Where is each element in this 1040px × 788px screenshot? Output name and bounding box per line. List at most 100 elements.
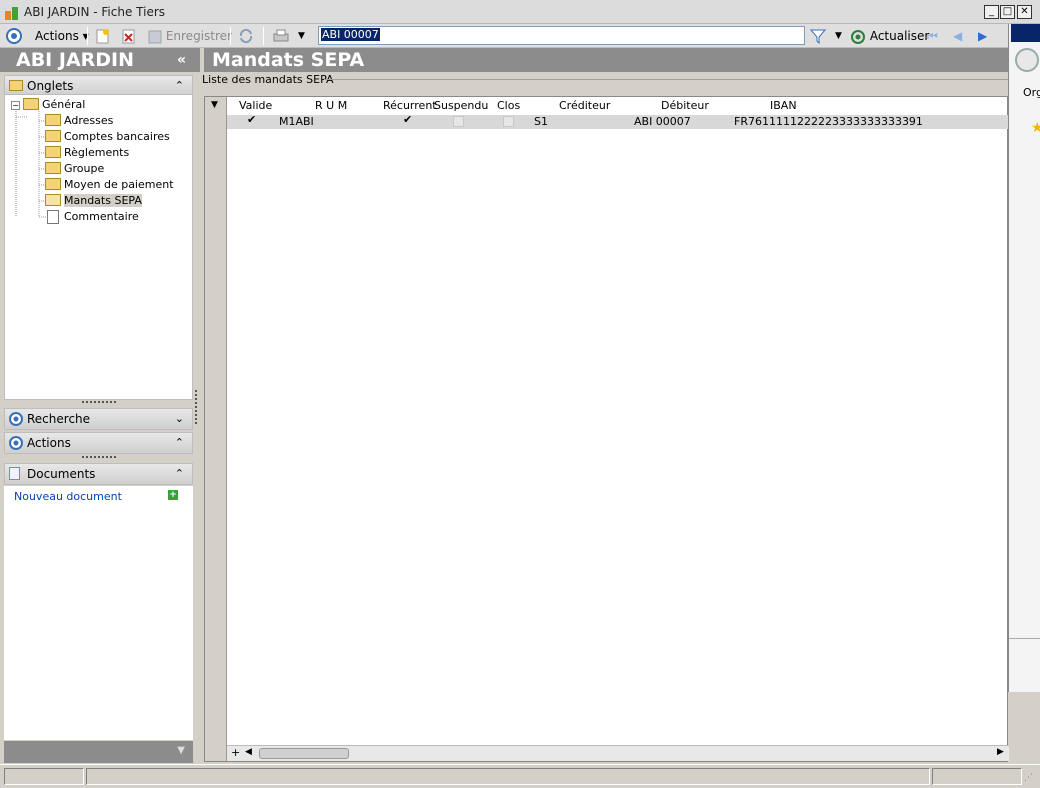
actions-circle-icon[interactable] — [6, 28, 22, 44]
tree-item-reglements[interactable]: Règlements — [45, 145, 129, 161]
search-section-label: Recherche — [27, 412, 91, 426]
col-header-valide[interactable]: Valide — [239, 99, 272, 112]
tree-item-moyen-de-paiement[interactable]: Moyen de paiement — [45, 177, 174, 193]
refresh-label: Actualiser — [869, 29, 930, 43]
tree-item-label: Groupe — [64, 162, 105, 175]
documents-section-header[interactable]: Documents ⌃ — [4, 463, 193, 485]
next-record-icon[interactable]: ▶ — [978, 28, 987, 44]
status-cell — [4, 768, 84, 785]
status-cell — [86, 768, 930, 785]
search-section-icon — [9, 412, 23, 426]
document-icon — [9, 467, 20, 480]
print-icon[interactable] — [272, 28, 292, 44]
tree-item-label: Commentaire — [64, 210, 139, 223]
documents-panel: Nouveau document + — [4, 486, 193, 740]
cell-creditor: S1 — [534, 115, 548, 128]
maximize-button[interactable]: □ — [1000, 5, 1015, 19]
vertical-splitter-grip[interactable] — [195, 390, 198, 424]
search-section-header[interactable]: Recherche ⌄ — [4, 408, 193, 430]
col-header-iban[interactable]: IBAN — [770, 99, 797, 112]
folder-icon — [9, 80, 23, 91]
tree-item-label: Règlements — [64, 146, 130, 159]
tree-item-label: Moyen de paiement — [64, 178, 174, 191]
col-header-debiteur[interactable]: Débiteur — [661, 99, 709, 112]
new-document-link[interactable]: Nouveau document — [14, 490, 122, 503]
footer-dropdown-icon[interactable]: ▼ — [177, 745, 185, 756]
new-icon[interactable] — [96, 28, 110, 44]
search-value: ABI 00007 — [321, 28, 380, 41]
filter-icon[interactable] — [809, 28, 827, 45]
search-input[interactable]: ABI 00007 — [318, 26, 805, 45]
horizontal-scrollbar[interactable]: + ◀ ▶ — [227, 745, 1009, 761]
actions-section-header[interactable]: Actions ⌃ — [4, 432, 193, 454]
resize-grip-icon[interactable]: ⋰ — [1024, 773, 1033, 783]
tabs-section-label: Onglets — [27, 79, 74, 93]
actions-section-icon — [9, 436, 23, 450]
back-icon[interactable] — [1015, 48, 1039, 72]
folder-icon — [23, 98, 39, 110]
tree-item-adresses[interactable]: Adresses — [45, 113, 113, 129]
closed-checkbox[interactable] — [503, 116, 514, 127]
splitter-grip[interactable] — [82, 401, 116, 404]
tree-item-comptes-bancaires[interactable]: Comptes bancaires — [45, 129, 170, 145]
background-window-title — [1011, 24, 1040, 42]
column-chooser-icon[interactable]: ▼ — [211, 100, 218, 110]
save-button[interactable]: Enregistrer — [148, 28, 232, 44]
cell-iban: FR7611111222223333333333391 — [734, 115, 923, 128]
col-header-clos[interactable]: Clos — [497, 99, 520, 112]
first-record-icon[interactable]: ⏮ — [927, 28, 938, 44]
print-dropdown-icon[interactable]: ▼ — [298, 28, 305, 44]
close-button[interactable]: ✕ — [1017, 5, 1032, 19]
open-folder-icon — [45, 194, 61, 206]
background-window-text: Org — [1023, 86, 1040, 99]
documents-section-label: Documents — [27, 467, 96, 481]
tree-item-general[interactable]: − Général — [11, 97, 85, 113]
scroll-left-icon[interactable]: ◀ — [245, 747, 252, 757]
suspended-checkbox[interactable] — [453, 116, 464, 127]
window-title: ABI JARDIN - Fiche Tiers — [24, 5, 166, 19]
actions-menu-button[interactable]: Actions ▾ — [35, 28, 89, 44]
refresh-button[interactable]: Actualiser — [850, 28, 929, 44]
sync-icon[interactable] — [238, 28, 254, 44]
company-name: ABI JARDIN — [16, 49, 135, 71]
page-title: Mandats SEPA — [204, 48, 1008, 72]
folder-icon — [45, 114, 61, 126]
tree-item-label: Adresses — [64, 114, 114, 127]
collapse-panel-icon[interactable]: « — [177, 48, 186, 72]
col-header-rum[interactable]: R U M — [315, 99, 347, 112]
document-icon — [47, 210, 59, 224]
actions-menu-label: Actions — [35, 29, 79, 43]
scrollbar-thumb[interactable] — [259, 748, 349, 759]
cell-debtor: ABI 00007 — [634, 115, 691, 128]
folder-icon — [45, 130, 61, 142]
scroll-right-icon[interactable]: ▶ — [997, 747, 1004, 757]
tree-item-label: Comptes bancaires — [64, 130, 170, 143]
collapse-chevron-icon[interactable]: ⌃ — [175, 76, 184, 96]
cell-rum: M1ABI — [279, 115, 314, 128]
tree-item-label: Général — [42, 98, 86, 111]
minimize-button[interactable]: _ — [984, 5, 999, 19]
folder-icon — [45, 178, 61, 190]
add-row-icon[interactable]: + — [231, 746, 240, 759]
valid-checkbox[interactable]: ✔ — [247, 113, 256, 127]
col-header-suspendu[interactable]: Suspendu — [434, 99, 488, 112]
tree-item-mandats-sepa[interactable]: Mandats SEPA — [45, 193, 142, 209]
previous-record-icon[interactable]: ◀ — [953, 28, 962, 44]
recurrent-checkbox[interactable]: ✔ — [403, 113, 412, 127]
col-header-recurrent[interactable]: Récurrent — [383, 99, 437, 112]
filter-dropdown-icon[interactable]: ▼ — [835, 28, 842, 44]
splitter-grip[interactable] — [82, 456, 116, 459]
table-row[interactable]: ✔ M1ABI ✔ S1 ABI 00007 FR761111122222333… — [227, 113, 1031, 129]
company-header: ABI JARDIN « — [0, 48, 200, 72]
collapse-chevron-icon[interactable]: ⌃ — [175, 433, 184, 453]
tree-item-commentaire[interactable]: Commentaire — [45, 209, 139, 225]
app-icon — [4, 5, 20, 21]
tree-item-groupe[interactable]: Groupe — [45, 161, 104, 177]
status-cell — [932, 768, 1022, 785]
expand-chevron-icon[interactable]: ⌄ — [175, 409, 184, 429]
col-header-crediteur[interactable]: Créditeur — [559, 99, 610, 112]
add-document-icon[interactable]: + — [168, 490, 178, 500]
delete-icon[interactable] — [122, 28, 136, 44]
folder-icon — [45, 162, 61, 174]
collapse-chevron-icon[interactable]: ⌃ — [175, 464, 184, 484]
